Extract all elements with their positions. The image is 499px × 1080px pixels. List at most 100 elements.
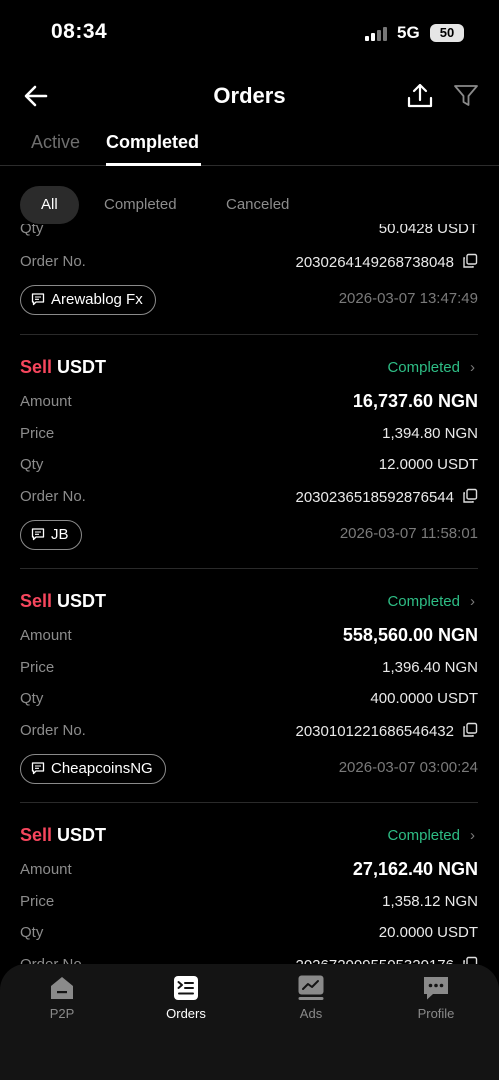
nav-bar: Orders: [0, 66, 499, 126]
qty-row: Qty 400.0000 USDT: [20, 690, 478, 714]
filter-chip-all[interactable]: All: [20, 186, 79, 224]
amount-value: 27,162.40 NGN: [352, 859, 478, 879]
battery-icon: 50: [430, 24, 464, 42]
order-side: Sell: [20, 357, 53, 377]
order-no-label: Order No.: [20, 253, 86, 270]
status-label: Completed: [387, 359, 460, 376]
qty-row: Qty 50.0428 USDT: [20, 224, 478, 244]
filter-icon[interactable]: [452, 81, 480, 109]
orders-icon: [174, 976, 198, 1000]
qty-value: 400.0000 USDT: [370, 690, 478, 707]
order-no-value: 2030264149268738048: [295, 254, 454, 271]
nav-item-orders[interactable]: Orders: [141, 974, 231, 1021]
order-timestamp: 2026-03-07 13:47:49: [338, 290, 478, 307]
order-asset: USDT: [57, 591, 107, 611]
order-asset: USDT: [57, 825, 107, 845]
amount-row: Amount 558,560.00 NGN: [20, 625, 478, 651]
order-status[interactable]: Completed ›: [387, 593, 475, 610]
merchant-chip[interactable]: CheapcoinsNG: [20, 754, 166, 784]
chevron-right-icon: ›: [470, 827, 475, 844]
order-timestamp: 2026-03-07 03:00:24: [338, 759, 478, 776]
order-timestamp: 2026-03-07 11:58:01: [339, 525, 478, 542]
signal-icon: [365, 27, 391, 41]
filter-chip-completed[interactable]: Completed: [104, 186, 177, 224]
order-no-row: Order No. 2026720095505320176: [20, 956, 478, 964]
tab-underline: [106, 163, 201, 166]
merchant-chip[interactable]: Arewablog Fx: [20, 285, 156, 315]
nav-label: Profile: [417, 1006, 455, 1021]
order-card[interactable]: Sell USDT Completed › Amount 558,560.00 N…: [0, 569, 499, 803]
order-side: Sell: [20, 591, 53, 611]
order-no-row: Order No. 2030101221686546432: [20, 722, 478, 746]
chevron-right-icon: ›: [470, 359, 475, 376]
status-time: 08:34: [51, 20, 108, 43]
copy-icon[interactable]: [462, 722, 478, 738]
order-status[interactable]: Completed ›: [387, 359, 475, 376]
price-value: 1,396.40 NGN: [382, 659, 478, 676]
order-no-value: 2026720095505320176: [295, 957, 454, 964]
order-card[interactable]: Sell USDT Completed › Amount 16,737.60 NG…: [0, 335, 499, 569]
merchant-name: JB: [51, 526, 69, 543]
merchant-name: CheapcoinsNG: [51, 760, 153, 777]
chat-icon: [31, 762, 45, 775]
qty-label: Qty: [20, 456, 44, 473]
copy-icon[interactable]: [462, 253, 478, 269]
amount-label: Amount: [20, 393, 72, 410]
qty-label: Qty: [20, 690, 44, 707]
merchant-name: Arewablog Fx: [51, 291, 143, 308]
qty-value: 12.0000 USDT: [378, 456, 478, 473]
nav-label: Orders: [166, 1006, 206, 1021]
price-row: Price 1,358.12 NGN: [20, 893, 478, 917]
qty-value: 50.0428 USDT: [378, 224, 478, 237]
copy-icon[interactable]: [462, 956, 478, 964]
order-no-value: 2030236518592876544: [295, 489, 454, 506]
nav-label: P2P: [49, 1006, 75, 1021]
tab-completed[interactable]: Completed: [106, 132, 199, 153]
nav-item-profile[interactable]: Profile: [391, 974, 481, 1021]
network-type: 5G: [397, 23, 420, 42]
chat-profile-icon: [424, 977, 448, 1000]
order-no-label: Order No.: [20, 956, 86, 964]
price-label: Price: [20, 893, 55, 910]
chat-icon: [31, 293, 45, 306]
chevron-right-icon: ›: [470, 593, 475, 610]
price-value: 1,394.80 NGN: [382, 425, 478, 442]
orders-list[interactable]: Qty 50.0428 USDT Order No. 2030264149268…: [0, 224, 499, 964]
order-no-row: Order No. 2030264149268738048: [20, 253, 478, 277]
filter-chip-canceled[interactable]: Canceled: [226, 186, 289, 224]
amount-value: 558,560.00 NGN: [342, 625, 478, 645]
copy-icon[interactable]: [462, 488, 478, 504]
order-no-label: Order No.: [20, 722, 86, 739]
order-asset: USDT: [57, 357, 107, 377]
order-side: Sell: [20, 825, 53, 845]
price-row: Price 1,394.80 NGN: [20, 425, 478, 449]
amount-row: Amount 16,737.60 NGN: [20, 391, 478, 417]
qty-value: 20.0000 USDT: [378, 924, 478, 941]
qty-row: Qty 20.0000 USDT: [20, 924, 478, 948]
order-tabs: Active Completed: [0, 126, 499, 166]
nav-item-ads[interactable]: Ads: [266, 974, 356, 1021]
qty-label: Qty: [20, 224, 44, 237]
nav-label: Ads: [299, 1006, 323, 1021]
price-label: Price: [20, 425, 55, 442]
amount-row: Amount 27,162.40 NGN: [20, 859, 478, 885]
qty-label: Qty: [20, 924, 44, 941]
export-icon[interactable]: [405, 81, 435, 111]
merchant-chip[interactable]: JB: [20, 520, 82, 550]
order-no-label: Order No.: [20, 488, 86, 505]
status-label: Completed: [387, 827, 460, 844]
tab-active[interactable]: Active: [31, 132, 80, 153]
qty-row: Qty 12.0000 USDT: [20, 456, 478, 480]
amount-label: Amount: [20, 861, 72, 878]
chat-icon: [31, 528, 45, 541]
price-label: Price: [20, 659, 55, 676]
amount-value: 16,737.60 NGN: [352, 391, 478, 411]
order-no-row: Order No. 2030236518592876544: [20, 488, 478, 512]
status-label: Completed: [387, 593, 460, 610]
nav-item-p2p[interactable]: P2P: [17, 974, 107, 1021]
amount-label: Amount: [20, 627, 72, 644]
order-card[interactable]: Sell USDT Completed › Amount 27,162.40 NG…: [0, 803, 499, 964]
order-status[interactable]: Completed ›: [387, 827, 475, 844]
ads-chart-icon: [298, 975, 324, 1000]
order-no-value: 2030101221686546432: [295, 723, 454, 740]
